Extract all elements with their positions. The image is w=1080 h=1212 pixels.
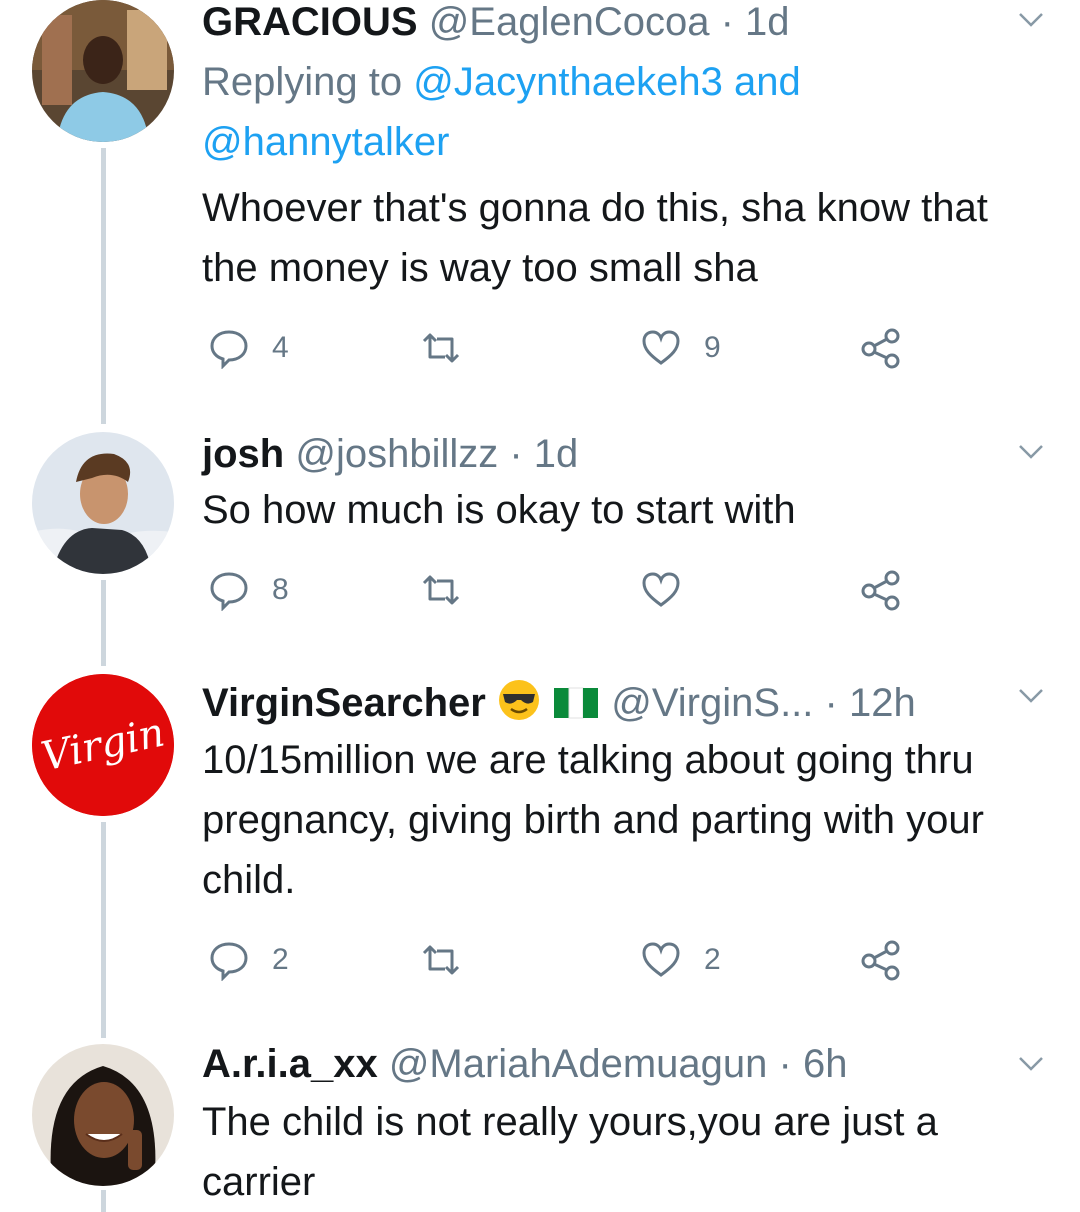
chevron-down-icon[interactable]	[1016, 436, 1046, 466]
like-button[interactable]: 2	[640, 938, 721, 982]
tweet-header: A.r.i.a_xx @MariahAdemuagun · 6h	[202, 1042, 847, 1086]
tweet-text: 10/15million we are talking about going …	[202, 738, 984, 902]
display-name[interactable]: josh	[202, 432, 284, 476]
reply-count: 8	[272, 573, 289, 606]
action-bar: 4 9	[202, 326, 922, 370]
handle[interactable]: @MariahAdemuagun	[389, 1042, 768, 1086]
display-name[interactable]: GRACIOUS	[202, 0, 418, 44]
retweet-icon	[422, 575, 460, 605]
timestamp[interactable]: · 6h	[779, 1042, 848, 1086]
like-count: 9	[704, 331, 721, 364]
reply-button[interactable]: 2	[208, 938, 289, 982]
reply-icon	[210, 330, 248, 369]
heart-icon	[642, 330, 680, 365]
avatar[interactable]	[32, 432, 174, 574]
share-button[interactable]	[860, 938, 902, 982]
timestamp[interactable]: · 1d	[721, 0, 790, 44]
display-name[interactable]: VirginSearcher	[202, 681, 486, 725]
avatar[interactable]	[32, 0, 174, 142]
heart-icon	[642, 572, 680, 607]
like-count: 2	[704, 943, 721, 976]
mention-and[interactable]: and	[734, 60, 801, 104]
replying-to: Replying to @Jacynthaekeh3 and @hannytal…	[202, 52, 1042, 172]
chevron-down-icon[interactable]	[1016, 1048, 1046, 1078]
timestamp[interactable]: · 1d	[509, 432, 578, 476]
share-icon	[861, 940, 900, 981]
handle[interactable]: @EaglenCocoa	[429, 0, 710, 44]
reply-icon	[210, 942, 248, 981]
replying-to-label: Replying to	[202, 60, 414, 104]
like-button[interactable]: 9	[640, 326, 721, 370]
retweet-icon	[422, 945, 460, 975]
chevron-down-icon[interactable]	[1016, 680, 1046, 710]
mention-link[interactable]: @hannytalker	[202, 120, 449, 164]
handle[interactable]: @VirginS...	[611, 681, 813, 725]
retweet-button[interactable]	[420, 568, 462, 612]
reply-count: 4	[272, 331, 289, 364]
nigeria-flag-icon	[554, 687, 599, 719]
tweet[interactable]: Virgin VirginSearcher @VirginS... · 12h …	[0, 672, 1080, 1022]
tweet-header: GRACIOUS @EaglenCocoa · 1d	[202, 0, 790, 44]
tweet-text: Whoever that's gonna do this, sha know t…	[202, 186, 988, 290]
share-icon	[861, 570, 900, 611]
retweet-button[interactable]	[420, 326, 462, 370]
tweet-header: josh @joshbillzz · 1d	[202, 432, 578, 476]
tweet[interactable]: A.r.i.a_xx @MariahAdemuagun · 6h The chi…	[0, 1040, 1080, 1212]
chevron-down-icon[interactable]	[1016, 4, 1046, 34]
reply-icon	[210, 572, 248, 611]
tweet[interactable]: josh @joshbillzz · 1d So how much is oka…	[0, 428, 1080, 658]
tweet-header: VirginSearcher @VirginS... · 12h	[202, 678, 916, 725]
heart-icon	[642, 942, 680, 977]
reply-button[interactable]: 4	[208, 326, 289, 370]
mention-link[interactable]: @Jacynthaekeh3	[413, 60, 723, 104]
tweet-text: So how much is okay to start with	[202, 488, 796, 532]
action-bar: 2 2	[202, 938, 922, 982]
avatar[interactable]	[32, 1044, 174, 1186]
reply-button[interactable]: 8	[208, 568, 289, 612]
retweet-icon	[422, 333, 460, 363]
reply-count: 2	[272, 943, 289, 976]
share-button[interactable]	[860, 326, 902, 370]
sunglasses-emoji-icon	[498, 680, 539, 720]
share-icon	[861, 328, 900, 369]
avatar[interactable]: Virgin	[32, 674, 174, 816]
display-name[interactable]: A.r.i.a_xx	[202, 1042, 378, 1086]
like-button[interactable]	[640, 568, 682, 612]
tweet-text: The child is not really yours,you are ju…	[202, 1100, 938, 1204]
share-button[interactable]	[860, 568, 902, 612]
timestamp[interactable]: · 12h	[825, 681, 916, 725]
handle[interactable]: @joshbillzz	[295, 432, 498, 476]
tweet[interactable]: GRACIOUS @EaglenCocoa · 1d Replying to @…	[0, 0, 1080, 420]
action-bar: 8	[202, 568, 922, 612]
retweet-button[interactable]	[420, 938, 462, 982]
